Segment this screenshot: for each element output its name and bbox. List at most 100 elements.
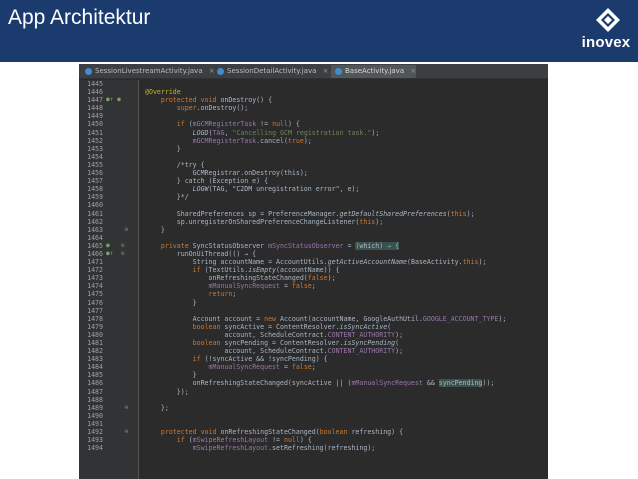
code-line[interactable]: 1473 onRefreshingStateChanged(false); [79, 274, 548, 282]
code-line[interactable]: 1476 } [79, 299, 548, 307]
code-line[interactable]: 1492 ⊖ protected void onRefreshingStateC… [79, 428, 548, 436]
code-line[interactable]: 1474 mManualSyncRequest = false; [79, 282, 548, 290]
code-text: mSwipeRefreshLayout.setRefreshing(refres… [145, 444, 376, 452]
tab-session-livestream-activity[interactable]: SessionLivestreamActivity.java × [81, 65, 215, 78]
code-token: SyncStatusObserver [192, 241, 269, 250]
code-token: GOOGLE_ACCOUNT_TYPE [422, 314, 499, 323]
code-line[interactable]: 1450 if (mGCMRegisterTask != null) { [79, 120, 548, 128]
code-line[interactable]: 1454 [79, 153, 548, 161]
code-line[interactable]: 1479 boolean syncActive = ContentResolve… [79, 323, 548, 331]
line-number: 1487 [87, 387, 103, 396]
gutter-marker-icon[interactable]: ● ⊖ [106, 242, 136, 250]
code-token: (BaseActivity. [407, 258, 463, 267]
code-line[interactable]: 1475 return; [79, 290, 548, 298]
gutter-marker-icon[interactable]: ⊖ [106, 404, 136, 412]
line-number: 1449 [87, 112, 103, 121]
code-line[interactable]: 1480 account, ScheduleContract.CONTENT_A… [79, 331, 548, 339]
code-token: if [176, 436, 189, 445]
code-token: mSyncStatusObserver [268, 241, 344, 250]
code-token: false [291, 282, 312, 291]
code-line[interactable]: 1462 sp.unregisterOnSharedPreferenceChan… [79, 218, 548, 226]
line-number: 1447 [87, 96, 103, 105]
tab-session-detail-activity[interactable]: SessionDetailActivity.java × [213, 65, 329, 78]
code-line[interactable]: 1472 if (TextUtils.isEmpty(accountName))… [79, 266, 548, 274]
code-line[interactable]: 1448 super.onDestroy(); [79, 104, 548, 112]
code-line[interactable]: 1452 mGCMRegisterTask.cancel(true); [79, 137, 548, 145]
code-line[interactable]: 1483 if (!syncActive && !syncPending) { [79, 355, 548, 363]
code-line[interactable]: 1494 mSwipeRefreshLayout.setRefreshing(r… [79, 444, 548, 452]
code-text: private SyncStatusObserver mSyncStatusOb… [145, 241, 400, 250]
code-line[interactable]: 1487 }); [79, 388, 548, 396]
code-line[interactable]: 1456 GCMRegistrar.onDestroy(this); [79, 169, 548, 177]
code-line[interactable]: 1457 } catch (Exception e) { [79, 177, 548, 185]
line-number: 1458 [87, 185, 103, 194]
code-line[interactable]: 1481 boolean syncPending = ContentResolv… [79, 339, 548, 347]
code-token: } [145, 225, 165, 234]
code-text: onRefreshingStateChanged(false); [145, 274, 336, 282]
line-number: 1485 [87, 371, 103, 380]
code-line[interactable]: 1461 SharedPreferences sp = PreferenceMa… [79, 210, 548, 218]
line-number: 1454 [87, 152, 103, 161]
gutter-marker-icon[interactable]: ●↑ ● [106, 96, 136, 104]
line-number: 1448 [87, 104, 103, 113]
code-line[interactable]: 1464 [79, 234, 548, 242]
code-line[interactable]: 1485 } [79, 371, 548, 379]
code-line[interactable]: 1466 ●↑ ⊖ runOnUiThread(() → { [79, 250, 548, 258]
java-class-icon [217, 68, 224, 75]
code-line[interactable]: 1451 LOGD(TAG, "Cancelling GCM registrat… [79, 129, 548, 137]
gutter-marker-icon[interactable]: ⊖ [106, 226, 136, 234]
close-icon[interactable]: × [410, 67, 416, 75]
gutter-marker-icon[interactable]: ⊖ [106, 428, 136, 436]
java-class-icon [85, 68, 92, 75]
tab-base-activity[interactable]: BaseActivity.java × [331, 65, 417, 78]
line-number: 1461 [87, 209, 103, 218]
code-text: sp.unregisterOnSharedPreferenceChangeLis… [145, 218, 383, 226]
code-line[interactable]: 1447 ●↑ ● protected void onDestroy() { [79, 96, 548, 104]
code-token: boolean [319, 428, 352, 437]
code-token: (accountName)) { [276, 266, 340, 275]
code-line[interactable]: 1446 @Override [79, 88, 548, 96]
code-line[interactable]: 1455 /*try { [79, 161, 548, 169]
code-line[interactable]: 1486 onRefreshingStateChanged(syncActive… [79, 379, 548, 388]
code-token: GCMRegistrar.onDestroy(this); [145, 169, 308, 178]
code-token: protected void [160, 96, 221, 105]
code-line[interactable]: 1445 [79, 80, 548, 88]
code-token: ); [371, 128, 380, 137]
close-icon[interactable]: × [323, 67, 329, 75]
code-line[interactable]: 1478 Account account = new Account(accou… [79, 315, 548, 323]
code-line[interactable]: 1465 ● ⊖ private SyncStatusObserver mSync… [79, 241, 548, 250]
code-line[interactable]: 1458 LOGW(TAG, "C2DM unregistration erro… [79, 185, 548, 193]
code-line[interactable]: 1460 [79, 201, 548, 209]
code-line[interactable]: 1489 ⊖ }; [79, 404, 548, 412]
line-number: 1451 [87, 128, 103, 137]
code-line[interactable]: 1482 account, ScheduleContract.CONTENT_A… [79, 347, 548, 355]
line-number: 1478 [87, 314, 103, 323]
code-token: @Override [145, 88, 181, 97]
line-number: 1483 [87, 355, 103, 364]
code-area[interactable]: 1445 1446 @Override 1447 ●↑ ● protected void… [79, 80, 548, 452]
code-token: } [145, 144, 181, 153]
code-line[interactable]: 1449 [79, 112, 548, 120]
line-number: 1480 [87, 330, 103, 339]
code-line[interactable]: 1493 if (mSwipeRefreshLayout != null) { [79, 436, 548, 444]
code-token: CONTENT_AUTHORITY [327, 347, 396, 356]
code-line[interactable]: 1488 [79, 396, 548, 404]
code-line[interactable]: 1491 [79, 420, 548, 428]
code-line[interactable]: 1490 [79, 412, 548, 420]
code-token: null [272, 120, 288, 129]
code-line[interactable]: 1471 String accountName = AccountUtils.g… [79, 258, 548, 266]
code-line[interactable]: 1453 } [79, 145, 548, 153]
code-token: ); [466, 209, 475, 218]
code-line[interactable]: 1477 [79, 307, 548, 315]
gutter-marker-icon[interactable]: ●↑ ⊖ [106, 250, 136, 258]
code-line[interactable]: 1459 }*/ [79, 193, 548, 201]
tab-label: BaseActivity.java [345, 67, 405, 75]
code-token: SharedPreferences sp = PreferenceManager… [145, 209, 340, 218]
code-line[interactable]: 1484 mManualSyncRequest = false; [79, 363, 548, 371]
code-line[interactable]: 1463 ⊖ } [79, 226, 548, 234]
